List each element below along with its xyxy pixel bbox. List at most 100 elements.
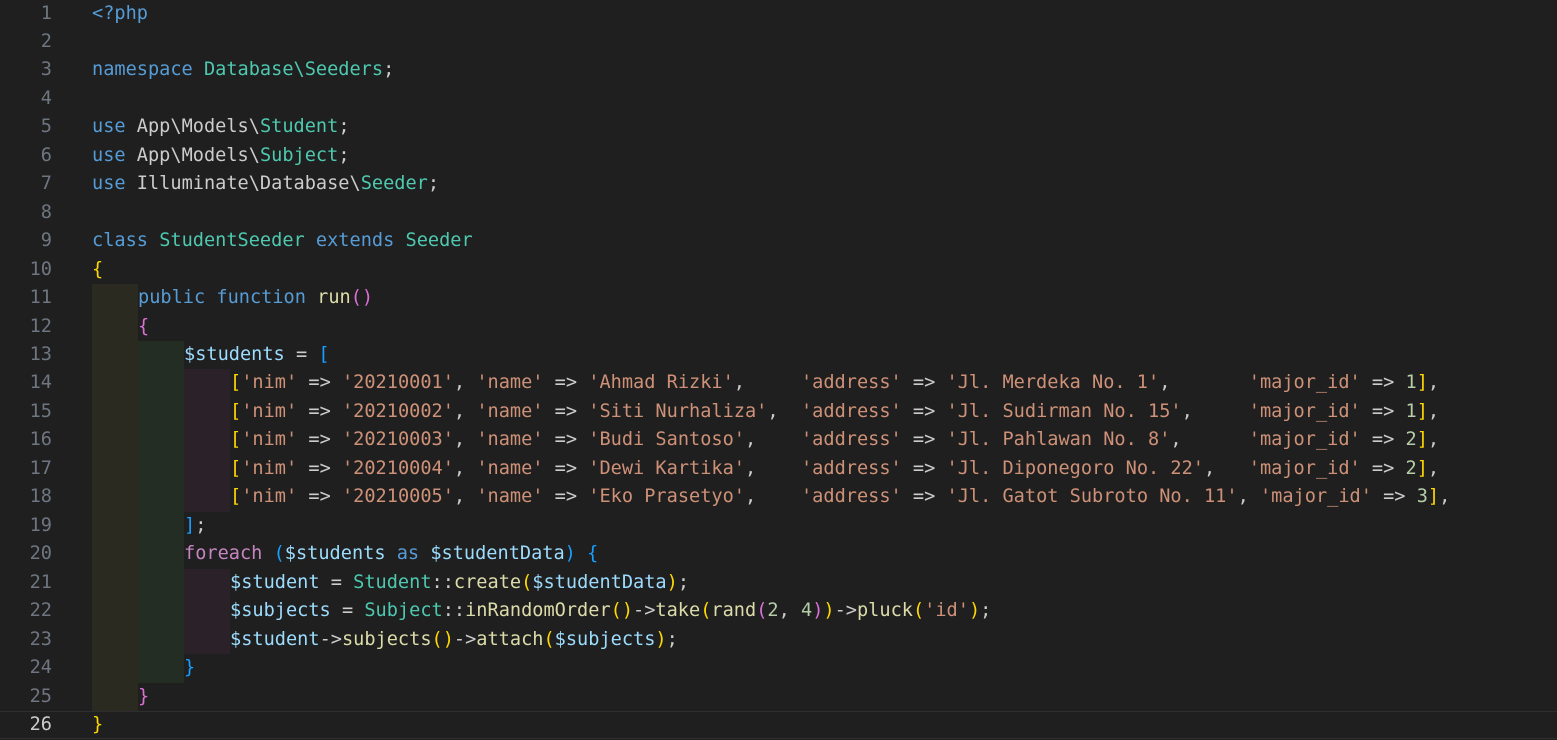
code-token: 2: [1405, 457, 1417, 479]
code-token: $studentData: [532, 571, 667, 593]
code-token: 'Jl. Gatot Subroto No. 11': [946, 486, 1238, 508]
code-line[interactable]: 17 ['nim' => '20210004', 'name' => 'Dewi …: [0, 454, 1557, 484]
code-text: foreach ($students as $studentData) {: [184, 540, 598, 568]
line-number: 10: [29, 258, 52, 280]
code-line[interactable]: 11 public function run(): [0, 284, 1557, 313]
code-token: <?php: [92, 2, 148, 24]
code-text: ['nim' => '20210002', 'name' => 'Siti Nu…: [230, 398, 1439, 426]
code-token: =: [330, 600, 365, 622]
code-text: $subjects = Subject::inRandomOrder()->ta…: [230, 597, 991, 625]
code-line[interactable]: 21 $student = Student::create($studentDat…: [0, 568, 1557, 598]
code-token: =>: [543, 400, 589, 422]
code-line[interactable]: 12 {: [0, 312, 1557, 341]
line-number: 25: [29, 685, 52, 707]
code-line[interactable]: 24}: [0, 654, 1557, 683]
code-token: 'major_id': [1248, 372, 1361, 394]
code-line[interactable]: 26}: [0, 711, 1557, 739]
code-token: 'address': [800, 400, 902, 422]
line-number: 1: [40, 2, 52, 24]
code-token: =>: [901, 457, 947, 479]
indent-guide: [92, 369, 138, 398]
line-number: 6: [40, 144, 52, 166]
code-token: use: [92, 116, 126, 138]
code-line[interactable]: 9 class StudentSeeder extends Seeder: [0, 227, 1557, 255]
code-line[interactable]: 22 $subjects = Subject::inRandomOrder()->…: [0, 597, 1557, 626]
code-text: $student->subjects()->attach($subjects);: [230, 626, 678, 654]
code-token: ): [812, 600, 824, 622]
indent-guide: [138, 369, 184, 398]
code-token: 'major_id': [1248, 429, 1361, 451]
code-token: [: [318, 344, 330, 366]
code-text: $students = [: [184, 341, 330, 369]
code-line[interactable]: 13 $students = [: [0, 341, 1557, 370]
indent-guide: [138, 597, 184, 626]
code-token: run: [317, 287, 351, 309]
code-token: 'major_id': [1248, 400, 1361, 422]
code-line[interactable]: 23 $student->subjects()->attach($subjects…: [0, 625, 1557, 655]
code-line[interactable]: 19];: [0, 511, 1557, 541]
code-token: {: [138, 315, 150, 337]
indent-guide: [138, 341, 184, 370]
indent-guide: [92, 511, 138, 541]
code-token: {: [587, 543, 599, 565]
code-line[interactable]: 7 use Illuminate\Database\Seeder;: [0, 170, 1557, 198]
code-line[interactable]: 25}: [0, 682, 1557, 711]
code-line[interactable]: 1 <?php: [0, 0, 1557, 28]
code-token: 'Jl. Diponegoro No. 22': [946, 457, 1204, 479]
code-line[interactable]: 3 namespace Database\Seeders;: [0, 56, 1557, 84]
code-line[interactable]: 6 use App\Models\Subject;: [0, 142, 1557, 170]
code-line[interactable]: 18 ['nim' => '20210005', 'name' => 'Eko P…: [0, 483, 1557, 512]
line-number: 8: [40, 201, 52, 223]
code-token: ;: [677, 571, 690, 593]
code-token: =>: [297, 372, 342, 394]
code-token: =>: [297, 457, 342, 479]
code-token: [: [230, 372, 242, 394]
code-token: ,: [745, 429, 801, 451]
code-token: (: [273, 543, 285, 565]
code-token: Database\Seeders: [203, 59, 384, 81]
code-editor[interactable]: 1 <?php 2 3 namespace Database\Seeders; 4 5 use…: [0, 0, 1557, 740]
indent-guide: [92, 568, 138, 598]
code-token: 'nim': [241, 429, 298, 451]
code-token: ,: [453, 372, 477, 394]
code-line[interactable]: 16 ['nim' => '20210003', 'name' => 'Budi …: [0, 426, 1557, 455]
code-token: ,: [453, 457, 477, 479]
code-token: ]: [184, 514, 196, 536]
code-token: 'Jl. Pahlawan No. 8': [946, 429, 1171, 451]
code-token: function: [216, 287, 306, 309]
code-line[interactable]: 15 ['nim' => '20210002', 'name' => 'Siti …: [0, 397, 1557, 427]
code-token: as: [396, 543, 420, 565]
code-line[interactable]: 4: [0, 85, 1557, 113]
code-token: $students: [284, 543, 386, 565]
code-token: (): [350, 287, 374, 309]
indent-guide: [184, 597, 230, 626]
code-token: ,: [453, 429, 477, 451]
code-token: Student: [353, 571, 432, 593]
code-line[interactable]: 20 foreach ($students as $studentData) {: [0, 540, 1557, 569]
code-token: 'address': [800, 457, 902, 479]
code-line[interactable]: 14 ['nim' => '20210001', 'name' => 'Ahmad…: [0, 369, 1557, 398]
code-token: =>: [901, 429, 947, 451]
code-text: }: [138, 683, 149, 711]
code-token: ,: [778, 600, 801, 622]
code-line[interactable]: 2: [0, 28, 1557, 56]
code-line[interactable]: 8: [0, 199, 1557, 227]
indent-guide: [138, 540, 184, 569]
code-line[interactable]: 10 {: [0, 256, 1557, 284]
code-line[interactable]: 5 use App\Models\Student;: [0, 113, 1557, 141]
indent-guide: [138, 654, 184, 683]
code-token: =: [284, 344, 319, 366]
code-token: =>: [901, 400, 947, 422]
code-token: $studentData: [430, 543, 565, 565]
code-token: =>: [1360, 457, 1406, 479]
code-token: create: [453, 571, 522, 593]
code-token: ->: [633, 600, 656, 622]
indent-guide: [138, 426, 184, 455]
line-number: 18: [29, 486, 52, 508]
code-token: ): [823, 600, 835, 622]
code-token: ::: [442, 600, 466, 622]
code-token: 3: [1416, 486, 1428, 508]
